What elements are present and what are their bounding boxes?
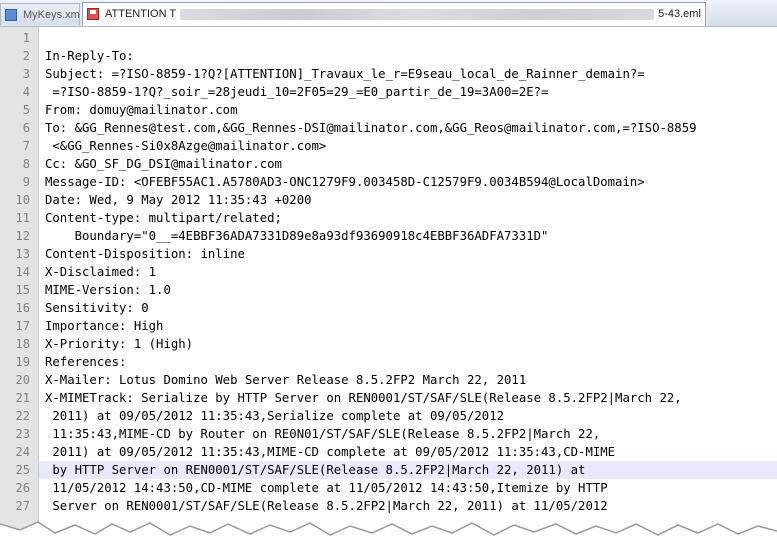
line-number: 25 (15, 463, 30, 477)
document-icon (5, 8, 17, 21)
line-number: 12 (15, 229, 30, 243)
line-number: 8 (22, 157, 30, 171)
line-text[interactable]: X-Disclaimed: 1 (45, 263, 156, 281)
line-number: 23 (15, 427, 30, 441)
unsaved-file-icon (87, 8, 99, 20)
redacted-tab-title (180, 8, 655, 20)
editor-line[interactable]: 25 by HTTP Server on REN0001/ST/SAF/SLE(… (16, 461, 777, 479)
editor-text-area[interactable]: 1 2 In-Reply-To: 3 Subject: =?ISO-8859-1?Q?[… (16, 27, 777, 540)
line-text[interactable]: X-MIMETrack: Serialize by HTTP Server on… (45, 389, 682, 407)
editor-line[interactable]: 9 Message-ID: <OFEBF55AC1.A5780AD3-ONC127… (23, 173, 777, 191)
line-number: 26 (15, 481, 30, 495)
line-number: 18 (15, 337, 30, 351)
editor-line[interactable]: 7 <&GG_Rennes-Si0x8Azge@mailinator.com> (23, 137, 777, 155)
line-text[interactable]: Cc: &GO_SF_DG_DSI@mailinator.com (45, 155, 282, 173)
editor-line[interactable]: 21 X-MIMETrack: Serialize by HTTP Server … (16, 389, 777, 407)
text-editor-window: MyKeys.xml ATTENTION T 5-43.eml 1 2 In-Rep… (0, 0, 777, 540)
tab-mykeys[interactable]: MyKeys.xml (0, 3, 80, 25)
editor-line[interactable]: 26 11/05/2012 14:43:50,CD-MIME complete … (16, 479, 777, 497)
line-number: 13 (15, 247, 30, 261)
line-number: 17 (15, 319, 30, 333)
line-number: 20 (15, 373, 30, 387)
line-number: 1 (22, 31, 30, 45)
line-text[interactable]: Boundary="0__=4EBBF36ADA7331D89e8a93df93… (45, 227, 549, 245)
editor-line[interactable]: 10 Date: Wed, 9 May 2012 11:35:43 +0200 (16, 191, 777, 209)
line-number: 10 (15, 193, 30, 207)
line-text[interactable]: Subject: =?ISO-8859-1?Q?[ATTENTION]_Trav… (45, 65, 645, 83)
line-number: 9 (22, 175, 30, 189)
line-text[interactable]: by HTTP Server on REN0001/ST/SAF/SLE(Rel… (45, 461, 585, 479)
editor-line[interactable]: 5 From: domuy@mailinator.com (23, 101, 777, 119)
editor-line[interactable]: 22 2011) at 09/05/2012 11:35:43,Serializ… (16, 407, 777, 425)
editor-line[interactable]: 15 MIME-Version: 1.0 (16, 281, 777, 299)
tab-attention-eml[interactable]: ATTENTION T 5-43.eml (82, 2, 706, 26)
line-text[interactable]: 11/05/2012 14:43:50,CD-MIME complete at … (45, 479, 607, 497)
editor-line[interactable]: 6 To: &GG_Rennes@test.com,&GG_Rennes-DSI@… (23, 119, 777, 137)
editor-line[interactable]: 12 Boundary="0__=4EBBF36ADA7331D89e8a93d… (16, 227, 777, 245)
editor-line[interactable]: 19 References: (16, 353, 777, 371)
line-number: 6 (22, 121, 30, 135)
editor-line[interactable]: 13 Content-Disposition: inline (16, 245, 777, 263)
line-text[interactable]: MIME-Version: 1.0 (45, 281, 171, 299)
line-text[interactable]: 2011) at 09/05/2012 11:35:43,MIME-CD com… (45, 443, 615, 461)
editor-line[interactable]: 23 11:35:43,MIME-CD by Router on RE0N01/… (16, 425, 777, 443)
editor-line[interactable]: 3 Subject: =?ISO-8859-1?Q?[ATTENTION]_Tra… (23, 65, 777, 83)
line-number: 22 (15, 409, 30, 423)
editor-line[interactable]: 18 X-Priority: 1 (High) (16, 335, 777, 353)
editor-line[interactable]: 16 Sensitivity: 0 (16, 299, 777, 317)
line-text[interactable]: X-Priority: 1 (High) (45, 335, 193, 353)
tab-bar-empty-area (708, 4, 777, 26)
line-number: 15 (15, 283, 30, 297)
tab-label: ATTENTION T (105, 8, 177, 20)
line-text[interactable]: 2011) at 09/05/2012 11:35:43,Serialize c… (45, 407, 504, 425)
tab-label-end: 5-43.eml (658, 8, 701, 20)
editor-line[interactable]: 8 Cc: &GO_SF_DG_DSI@mailinator.com (23, 155, 777, 173)
line-number: 14 (15, 265, 30, 279)
line-number: 21 (15, 391, 30, 405)
torn-page-edge (0, 521, 777, 540)
tab-label: MyKeys.xml (23, 8, 79, 21)
line-text[interactable]: To: &GG_Rennes@test.com,&GG_Rennes-DSI@m… (45, 119, 697, 137)
line-text[interactable]: From: domuy@mailinator.com (45, 101, 238, 119)
editor-line[interactable]: 11 Content-type: multipart/related; (16, 209, 777, 227)
line-text[interactable]: X-Mailer: Lotus Domino Web Server Releas… (45, 371, 526, 389)
line-text[interactable]: <&GG_Rennes-Si0x8Azge@mailinator.com> (45, 137, 326, 155)
line-number: 19 (15, 355, 30, 369)
line-text[interactable]: Message-ID: <OFEBF55AC1.A5780AD3-ONC1279… (45, 173, 645, 191)
editor-line[interactable]: 14 X-Disclaimed: 1 (16, 263, 777, 281)
editor-line[interactable]: 24 2011) at 09/05/2012 11:35:43,MIME-CD … (16, 443, 777, 461)
line-text[interactable]: References: (45, 353, 126, 371)
line-text[interactable]: Content-type: multipart/related; (45, 209, 282, 227)
line-number: 3 (22, 67, 30, 81)
line-text[interactable]: Date: Wed, 9 May 2012 11:35:43 +0200 (45, 191, 312, 209)
line-text[interactable]: In-Reply-To: (45, 47, 134, 65)
line-number: 5 (22, 103, 30, 117)
line-number: 7 (22, 139, 30, 153)
editor-line[interactable]: 17 Importance: High (16, 317, 777, 335)
editor-line[interactable]: 1 (23, 29, 777, 47)
line-text[interactable]: Sensitivity: 0 (45, 299, 149, 317)
line-text[interactable]: 11:35:43,MIME-CD by Router on RE0N01/ST/… (45, 425, 600, 443)
editor-line[interactable]: 2 In-Reply-To: (23, 47, 777, 65)
line-text[interactable]: Content-Disposition: inline (45, 245, 245, 263)
editor-line[interactable]: 20 X-Mailer: Lotus Domino Web Server Rele… (16, 371, 777, 389)
tab-bar: MyKeys.xml ATTENTION T 5-43.eml (0, 0, 777, 27)
editor-line[interactable]: 4 =?ISO-8859-1?Q?_soir_=28jeudi_10=2F05=… (23, 83, 777, 101)
line-number: 16 (15, 301, 30, 315)
line-number: 4 (22, 85, 30, 99)
line-number: 11 (15, 211, 30, 225)
line-text[interactable]: Importance: High (45, 317, 163, 335)
line-text[interactable]: =?ISO-8859-1?Q?_soir_=28jeudi_10=2F05=29… (45, 83, 548, 101)
line-number: 24 (15, 445, 30, 459)
line-number: 2 (22, 49, 30, 63)
